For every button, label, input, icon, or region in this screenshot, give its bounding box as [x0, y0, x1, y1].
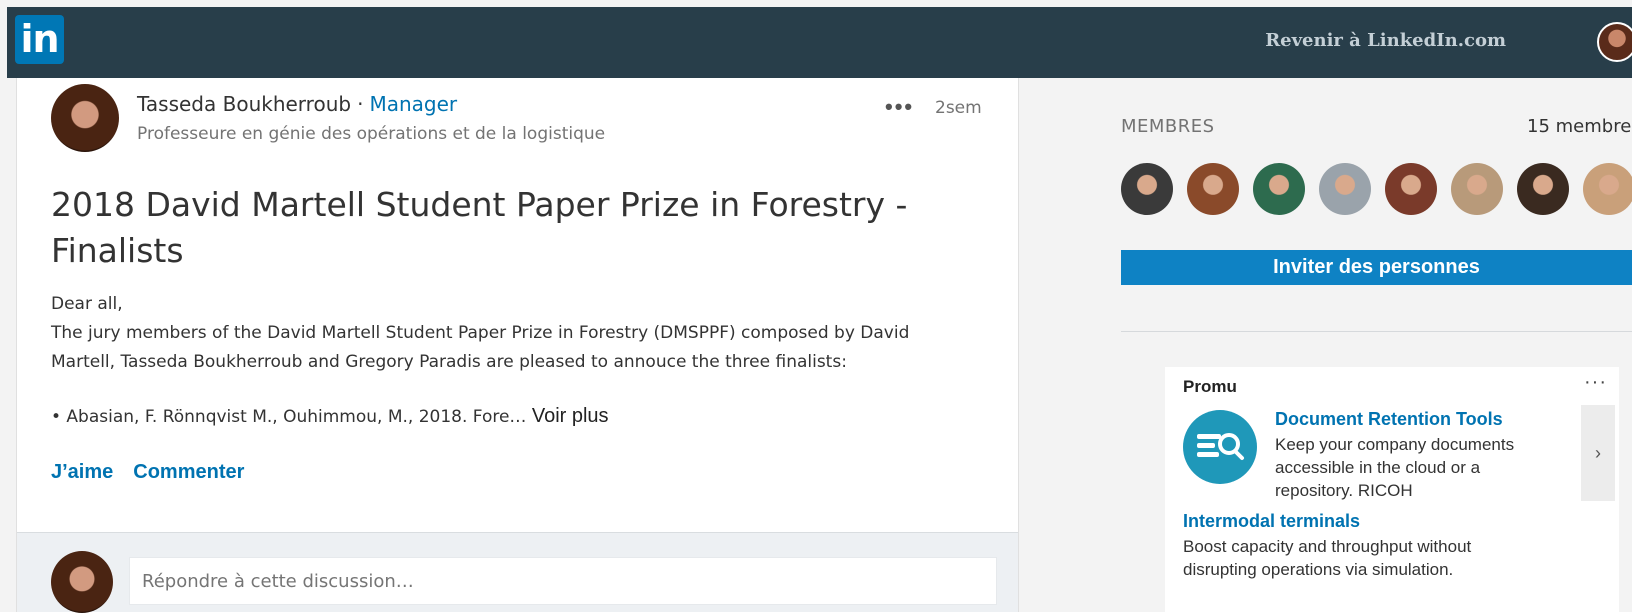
- post-actions: J’aime Commenter: [51, 461, 264, 484]
- post-timestamp: 2sem: [935, 98, 982, 118]
- member-avatar[interactable]: [1187, 163, 1239, 215]
- author-name[interactable]: Tasseda Boukherroub: [137, 92, 351, 116]
- members-heading: MEMBRES: [1121, 116, 1215, 137]
- invite-people-button[interactable]: Inviter des personnes: [1121, 250, 1632, 285]
- author-line: Tasseda Boukherroub · Manager: [137, 92, 457, 116]
- member-avatar[interactable]: [1385, 163, 1437, 215]
- member-avatar[interactable]: [1583, 163, 1632, 215]
- profile-avatar[interactable]: [1597, 22, 1632, 62]
- post-body-bullet: • Abasian, F. Rönnqvist M., Ouhimmou, M.…: [51, 402, 971, 432]
- like-button[interactable]: J’aime: [51, 461, 113, 483]
- member-avatar[interactable]: [1121, 163, 1173, 215]
- chevron-right-icon[interactable]: ›: [1581, 405, 1615, 501]
- member-avatar[interactable]: [1517, 163, 1569, 215]
- document-search-icon[interactable]: [1183, 410, 1257, 484]
- more-options-icon[interactable]: •••: [885, 94, 914, 120]
- see-more-link[interactable]: Voir plus: [532, 405, 609, 427]
- discussion-post: Tasseda Boukherroub · Manager Professeure …: [16, 78, 1019, 613]
- post-body: Dear all, The jury members of the David …: [51, 290, 971, 432]
- sidebar: MEMBRES 15 membres Inviter des personnes…: [1019, 78, 1632, 612]
- author-role-badge: Manager: [369, 92, 458, 116]
- second-ad-description: Boost capacity and throughput without di…: [1183, 537, 1472, 579]
- post-title[interactable]: 2018 David Martell Student Paper Prize i…: [51, 182, 951, 274]
- comment-button[interactable]: Commenter: [133, 461, 244, 483]
- post-body-greeting: Dear all,: [51, 294, 123, 314]
- ad-more-options-icon[interactable]: ···: [1584, 371, 1607, 394]
- author-avatar[interactable]: [51, 84, 119, 152]
- top-navigation-bar: in Revenir à LinkedIn.com: [7, 7, 1632, 78]
- bullet-text: • Abasian, F. Rönnqvist M., Ouhimmou, M.…: [51, 407, 527, 427]
- promoted-ad-card: Promu ··· Document Retention Tools Keep …: [1165, 367, 1619, 612]
- member-avatar[interactable]: [1253, 163, 1305, 215]
- reply-area: [17, 532, 1018, 613]
- linkedin-logo[interactable]: in: [15, 15, 64, 64]
- ad-title-link[interactable]: Document Retention Tools: [1275, 409, 1503, 430]
- member-avatar[interactable]: [1319, 163, 1371, 215]
- sidebar-divider: [1121, 331, 1632, 332]
- promoted-label: Promu: [1183, 377, 1237, 396]
- member-avatar[interactable]: [1451, 163, 1503, 215]
- separator-dot: ·: [357, 92, 364, 116]
- post-body-paragraph: The jury members of the David Martell St…: [51, 323, 910, 372]
- page: in Revenir à LinkedIn.com Tasseda Boukhe…: [0, 0, 1632, 613]
- reply-user-avatar: [51, 551, 113, 613]
- member-avatar-row: [1121, 163, 1632, 217]
- members-count-link[interactable]: 15 membres: [1527, 116, 1632, 137]
- second-ad-title-link[interactable]: Intermodal terminals: [1183, 511, 1360, 532]
- author-headline: Professeure en génie des opérations et d…: [137, 124, 606, 144]
- ad-description: Keep your company documents accessible i…: [1275, 435, 1515, 500]
- reply-input[interactable]: [129, 557, 997, 605]
- back-to-linkedin-link[interactable]: Revenir à LinkedIn.com: [1265, 30, 1506, 51]
